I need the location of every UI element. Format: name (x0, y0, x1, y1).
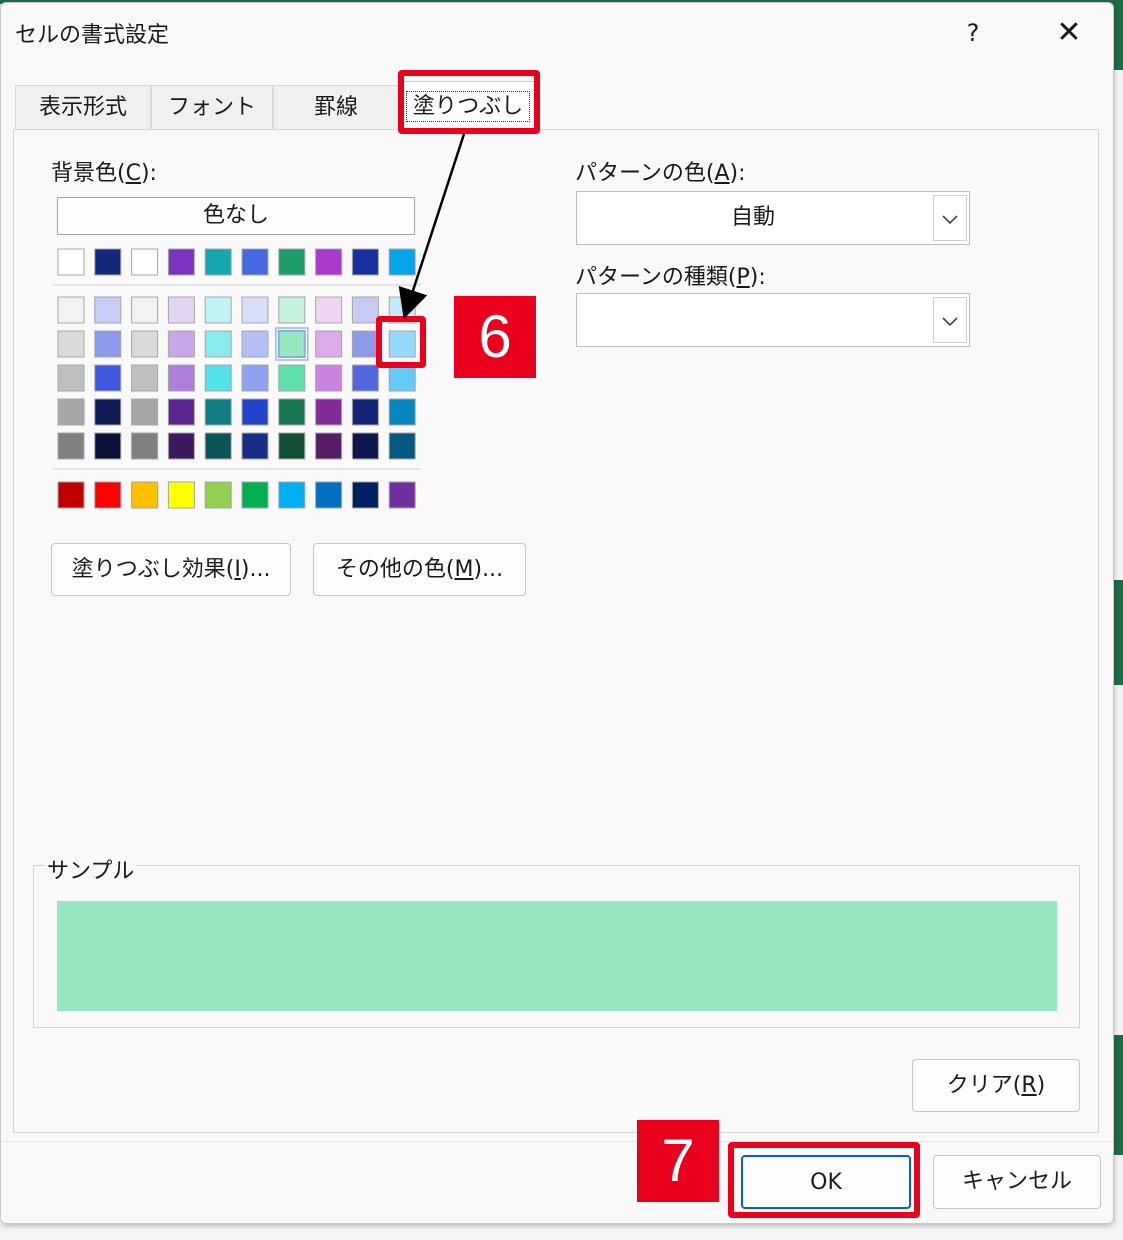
pattern-color-value: 自動 (730, 205, 775, 230)
close-button[interactable]: ✕ (1047, 13, 1091, 53)
dialog-title: セルの書式設定 (15, 23, 170, 48)
chevron-down-icon[interactable] (933, 297, 967, 343)
chevron-down-icon[interactable] (933, 195, 967, 241)
excel-green-edge (1113, 580, 1123, 685)
format-cells-dialog: セルの書式設定 ? ✕ 表示形式 フォント 罫線 塗りつぶし 背景色(C): 色… (0, 2, 1114, 1224)
swatch-highlight (376, 316, 426, 368)
step-6-badge: 6 (454, 296, 536, 378)
tab-label: 罫線 (313, 95, 358, 120)
tab-font[interactable]: フォント (151, 85, 273, 129)
pattern-color-dropdown[interactable]: 自動 (576, 191, 970, 245)
sample-preview (57, 901, 1057, 1011)
tab-number[interactable]: 表示形式 (15, 85, 151, 129)
pattern-style-dropdown[interactable] (576, 293, 970, 347)
clear-button[interactable]: クリア(R) (912, 1059, 1080, 1112)
no-color-button[interactable]: 色なし (57, 197, 415, 235)
pattern-style-value (577, 294, 929, 346)
fill-tab-highlight (398, 70, 540, 134)
excel-green-edge (1113, 0, 1123, 70)
footer-divider (1, 1141, 1113, 1142)
title-bar: セルの書式設定 ? ✕ (1, 3, 1113, 61)
fill-effects-button[interactable]: 塗りつぶし効果(I)... (51, 543, 291, 596)
pattern-color-label: パターンの色(A): (575, 161, 746, 186)
tab-label: フォント (167, 95, 256, 120)
tab-border[interactable]: 罫線 (273, 85, 399, 129)
ok-highlight (728, 1142, 920, 1218)
background-color-label: 背景色(C): (51, 161, 157, 186)
tab-label: 表示形式 (38, 95, 127, 120)
sample-label: サンプル (45, 853, 137, 885)
cancel-button[interactable]: キャンセル (933, 1155, 1101, 1209)
step-7-badge: 7 (637, 1120, 719, 1202)
excel-grid-peek (0, 1224, 1123, 1240)
help-button[interactable]: ? (953, 13, 993, 53)
excel-green-edge (1113, 1035, 1123, 1155)
more-colors-button[interactable]: その他の色(M)... (313, 543, 526, 596)
pattern-style-label: パターンの種類(P): (575, 265, 766, 290)
